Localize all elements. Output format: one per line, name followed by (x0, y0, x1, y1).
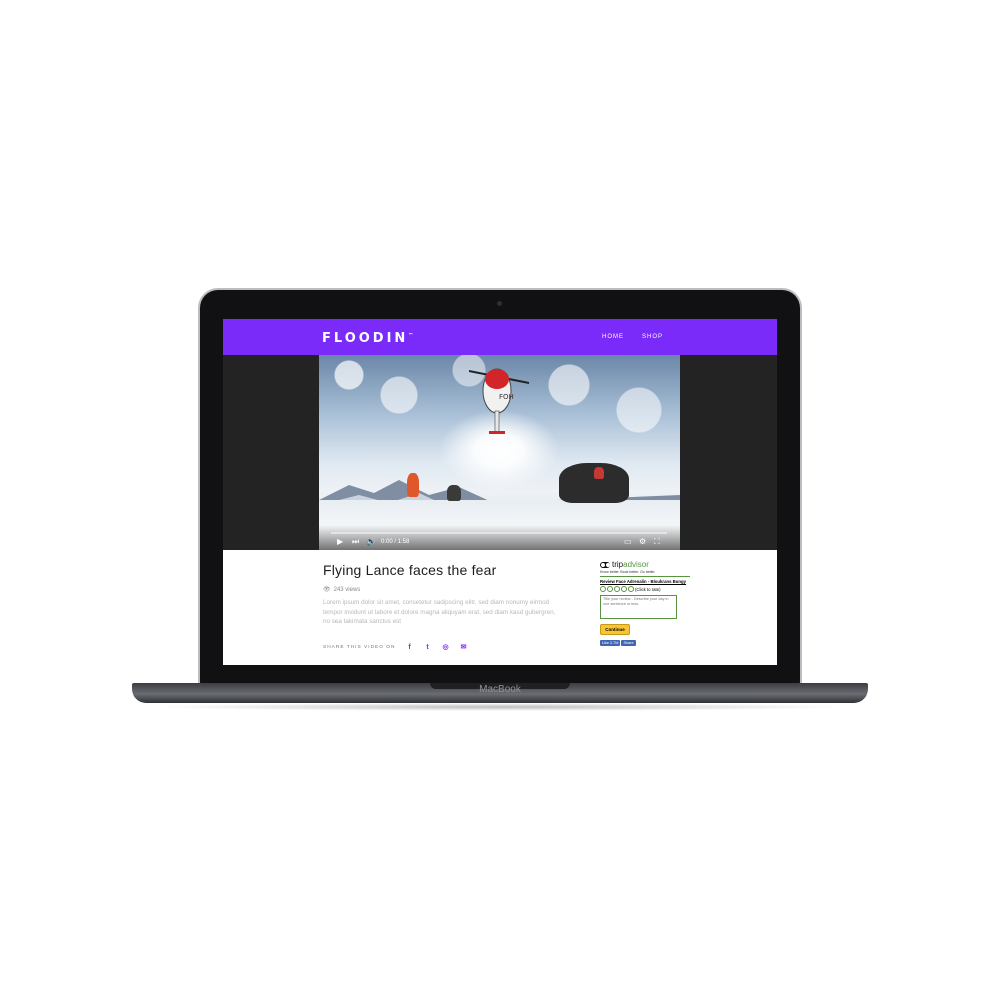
email-icon[interactable]: ✉ (460, 643, 468, 651)
captions-icon[interactable]: ▭ (624, 538, 632, 546)
video-controls: ▶ ⏭ 🔊 0:00 / 1:58 ▭ ⚙ ⛶ (319, 525, 680, 550)
gear-icon[interactable]: ⚙ (639, 538, 646, 546)
helicopter: FOH (469, 368, 529, 434)
laptop-lid: FLOODIN™ HOME SHOP FOH ▶ ⏭ 🔊 0:00 / 1:58… (200, 290, 800, 686)
laptop-brand-label: MacBook (479, 684, 521, 695)
video-description: Lorem ipsum dolor sit amet, consetetur s… (323, 599, 556, 625)
facebook-icon[interactable]: f (406, 643, 414, 651)
tripadvisor-logo[interactable]: tripadvisor (600, 560, 690, 569)
content-panel: Flying Lance faces the fear 👁 243 views … (223, 550, 777, 665)
time-readout: 0:00 / 1:58 (381, 539, 410, 545)
fb-share-button[interactable]: Share (621, 640, 636, 646)
rating-bubble[interactable] (621, 586, 627, 592)
laptop-shadow (150, 703, 850, 711)
view-count: 👁 243 views (323, 586, 361, 594)
volume-icon[interactable]: 🔊 (366, 538, 376, 546)
progress-bar[interactable] (331, 532, 667, 534)
views-label: 243 views (333, 586, 361, 593)
share-label: SHARE THIS VIDEO ON (323, 644, 396, 650)
share-row: SHARE THIS VIDEO ON f t ◎ ✉ (323, 643, 468, 652)
screen: FLOODIN™ HOME SHOP FOH ▶ ⏭ 🔊 0:00 / 1:58… (223, 319, 777, 665)
site-header: FLOODIN™ HOME SHOP (223, 319, 777, 355)
tripadvisor-widget: tripadvisor Know better. Book better. Go… (600, 560, 690, 646)
skier-figure (594, 467, 604, 479)
nav-shop[interactable]: SHOP (642, 334, 663, 340)
rating-row: (Click to rate) (600, 586, 690, 592)
divider (600, 576, 690, 577)
play-icon[interactable]: ▶ (337, 538, 343, 546)
nav-home[interactable]: HOME (602, 334, 624, 340)
main-nav: HOME SHOP (602, 334, 663, 340)
rating-bubble[interactable] (628, 586, 634, 592)
rating-bubble[interactable] (607, 586, 613, 592)
facebook-buttons: Like 2.7M Share (600, 640, 690, 646)
fullscreen-icon[interactable]: ⛶ (654, 538, 660, 546)
webcam (497, 301, 502, 306)
svg-text:FOH: FOH (499, 393, 514, 401)
twitter-icon[interactable]: t (424, 643, 432, 651)
fb-like-button[interactable]: Like 2.7M (600, 640, 621, 646)
eye-icon: 👁 (323, 587, 331, 593)
video-player[interactable]: FOH ▶ ⏭ 🔊 0:00 / 1:58 ▭ ⚙ ⛶ (319, 355, 680, 550)
video-title: Flying Lance faces the fear (323, 562, 497, 578)
review-title-link[interactable]: Review Face Adrenalin - Bloukrans Bungy (600, 579, 690, 584)
skier-figure (447, 485, 461, 501)
tripadvisor-tagline: Know better. Book better. Go better. (600, 570, 656, 574)
skip-next-icon[interactable]: ⏭ (352, 538, 359, 546)
review-textarea[interactable]: Title your review - Describe your day in… (600, 595, 677, 619)
rating-bubble[interactable] (600, 586, 606, 592)
video-area: FOH ▶ ⏭ 🔊 0:00 / 1:58 ▭ ⚙ ⛶ (223, 355, 777, 550)
owl-icon (600, 561, 610, 568)
continue-button[interactable]: Continue (600, 624, 630, 635)
site-logo[interactable]: FLOODIN™ (322, 331, 413, 346)
instagram-icon[interactable]: ◎ (442, 643, 450, 651)
skier-figure (407, 473, 419, 497)
rating-hint: (Click to rate) (635, 586, 661, 592)
rating-bubble[interactable] (614, 586, 620, 592)
